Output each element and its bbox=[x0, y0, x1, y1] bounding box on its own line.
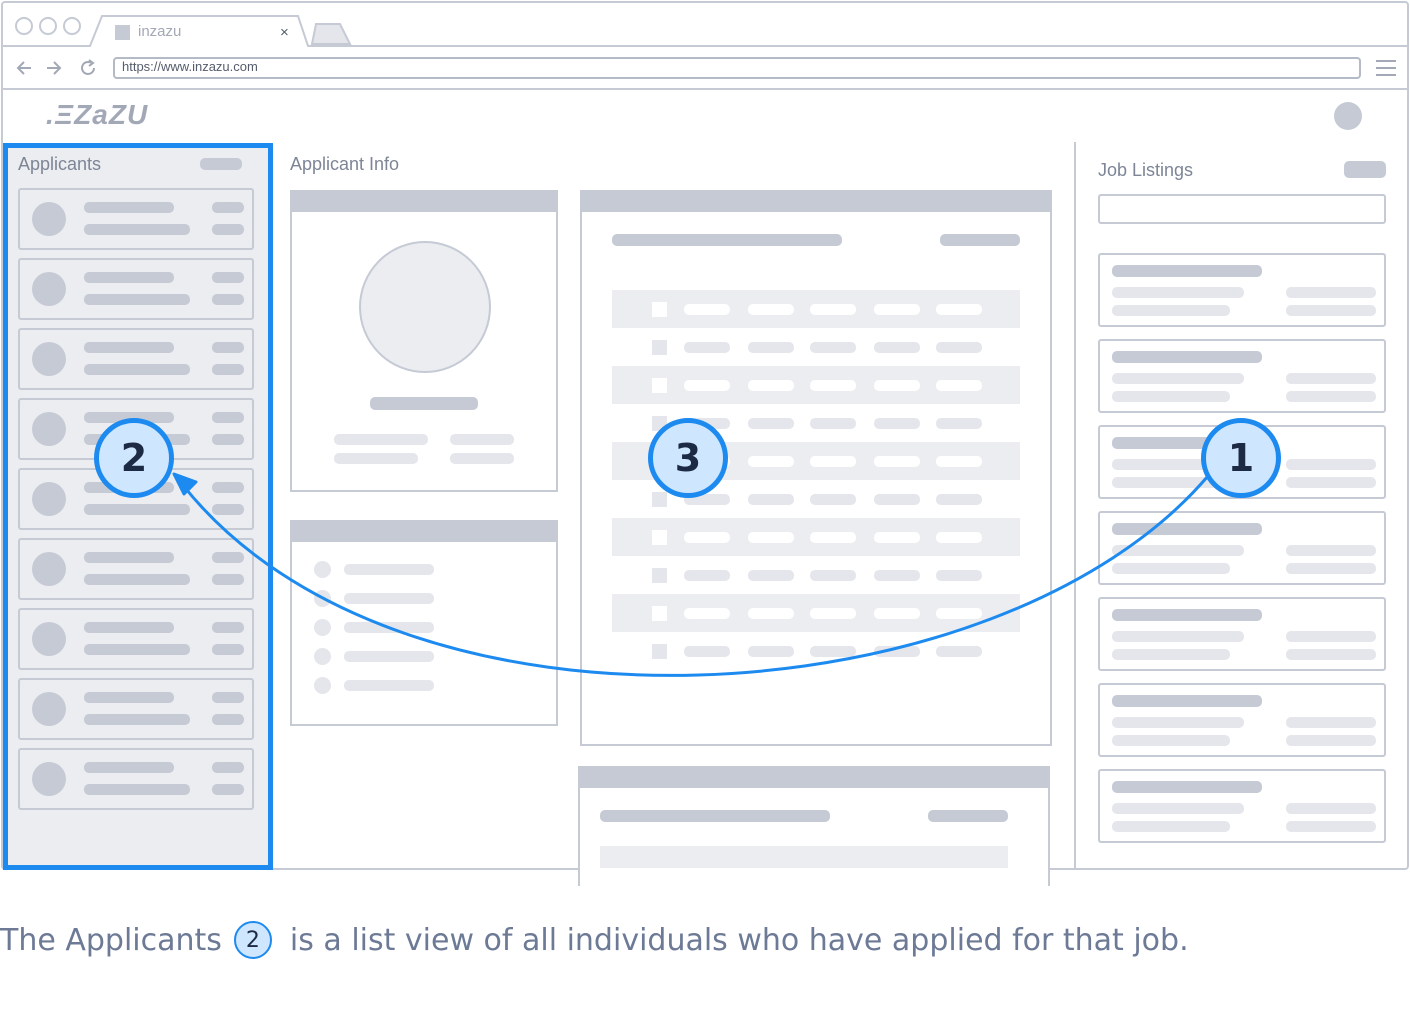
callout-badge-1: 1 bbox=[1201, 418, 1281, 498]
callout-badge-3: 3 bbox=[648, 418, 728, 498]
caption: The Applicants 2 is a list view of all i… bbox=[0, 918, 1189, 962]
callout-badge-2: 2 bbox=[94, 418, 174, 498]
caption-badge: 2 bbox=[233, 921, 272, 959]
caption-text-after: is a list view of all individuals who ha… bbox=[289, 922, 1189, 958]
caption-text-before: The Applicants bbox=[0, 922, 222, 958]
